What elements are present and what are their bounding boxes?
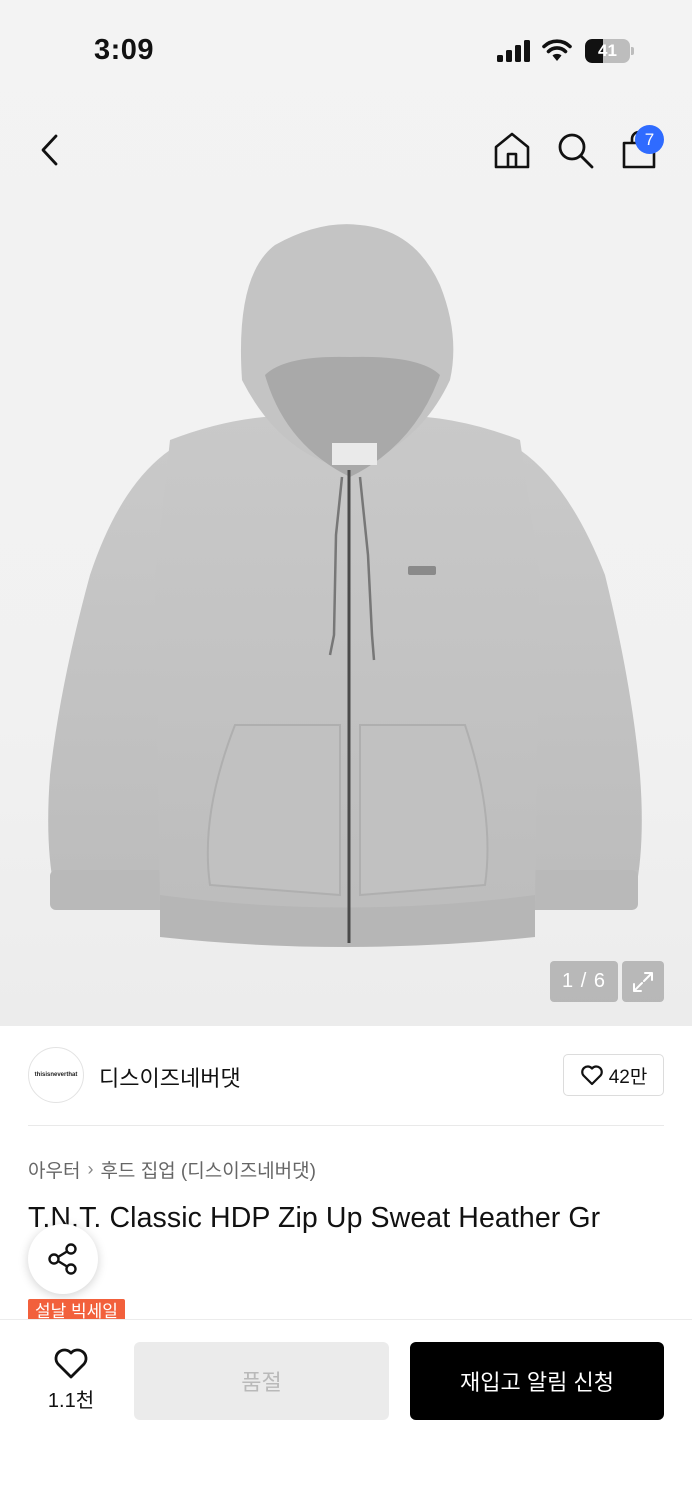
heart-outline-icon (54, 1348, 88, 1379)
home-button[interactable] (490, 128, 534, 172)
wish-button[interactable]: 1.1천 (36, 1346, 106, 1416)
brand-like-count: 42만 (608, 1066, 648, 1088)
sale-badge: 설날 빅세일 (28, 1299, 125, 1321)
product-title: T.N.T. Classic HDP Zip Up Sweat Heather … (28, 1202, 601, 1234)
product-image[interactable] (20, 215, 672, 955)
back-button[interactable] (28, 128, 72, 172)
brand-logo[interactable]: thisisneverthat (28, 1047, 84, 1103)
restock-alert-button[interactable]: 재입고 알림 신청 (410, 1342, 664, 1420)
brand-row[interactable]: thisisneverthat 디스이즈네버댓 42만 (28, 1046, 664, 1106)
image-pager: 1 / 6 (550, 961, 618, 1002)
battery-level: 41 (598, 41, 617, 60)
divider (28, 1125, 664, 1126)
brand-like-button[interactable]: 42만 (563, 1054, 664, 1096)
expand-icon (633, 971, 653, 992)
status-time: 3:09 (94, 34, 155, 66)
expand-image-button[interactable] (622, 961, 664, 1002)
breadcrumb-subcategory[interactable]: 후드 집업 (디스이즈네버댓) (100, 1156, 316, 1183)
breadcrumb-category[interactable]: 아우터 (28, 1156, 80, 1183)
heart-outline-icon (580, 1065, 603, 1086)
breadcrumb-separator: › (87, 1159, 94, 1179)
search-button[interactable] (553, 128, 597, 172)
search-icon (558, 133, 594, 169)
bottom-action-bar: 1.1천 품절 재입고 알림 신청 (0, 1319, 692, 1500)
share-icon (48, 1243, 77, 1275)
product-image-gallery[interactable]: 3:09 41 7 1 / 6 (0, 0, 692, 1026)
share-button[interactable] (28, 1224, 98, 1294)
back-arrow-icon (41, 134, 58, 166)
brand-name[interactable]: 디스이즈네버댓 (99, 1061, 241, 1093)
breadcrumb: 아우터 › 후드 집업 (디스이즈네버댓) (28, 1156, 316, 1183)
home-icon (494, 132, 530, 169)
battery-icon: 41 (585, 39, 635, 63)
cart-count-badge: 7 (635, 125, 664, 154)
soldout-button: 품절 (134, 1342, 389, 1420)
wish-count: 1.1천 (47, 1390, 95, 1412)
signal-icon (497, 40, 530, 62)
status-bar: 3:09 41 (0, 0, 692, 100)
wifi-icon (542, 39, 572, 61)
